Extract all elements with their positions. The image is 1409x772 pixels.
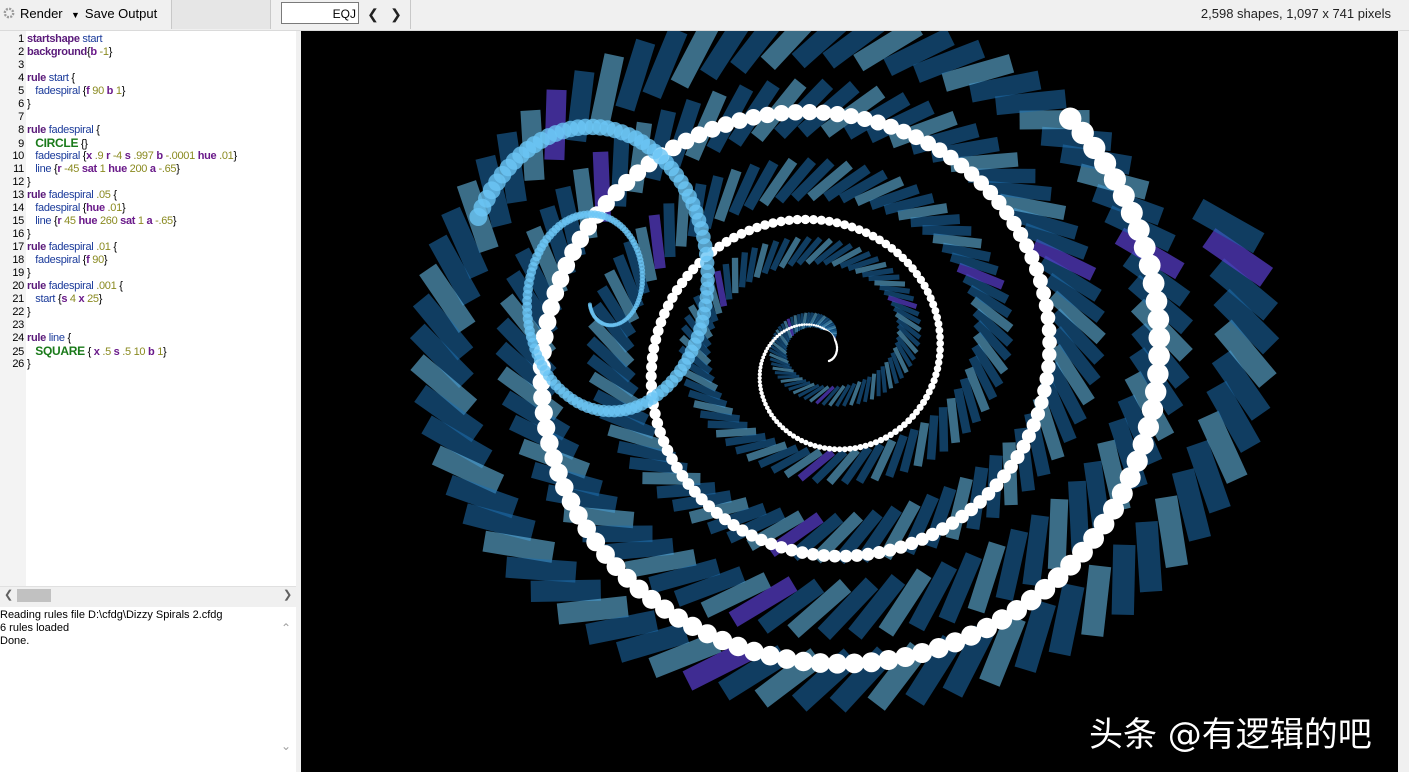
- code-line: 2 background{b -1}: [18, 46, 113, 58]
- editor-horizontal-scrollbar[interactable]: ❮ ❯: [0, 586, 296, 604]
- code-line: 15 line {r 45 hue 260 sat 1 a -.65}: [12, 215, 177, 227]
- code-line: 17 rule fadespiral .01 {: [12, 241, 117, 253]
- toolbar: Render ▼ Save Output EQJ ❮ ❯ 2,598 shapes…: [0, 0, 1409, 31]
- code-line: 12}: [12, 176, 31, 188]
- toolbar-divider: [410, 0, 411, 29]
- code-line: 13 rule fadespiral .05 {: [12, 189, 117, 201]
- scroll-left-icon[interactable]: ❮: [4, 588, 13, 601]
- code-editor[interactable]: 1 startshape start 2 background{b -1} 3 4r…: [0, 31, 296, 586]
- code-line: 9 CIRCLE {}: [18, 136, 88, 151]
- save-output-button[interactable]: ▼ Save Output: [71, 3, 157, 25]
- spiral-center: [812, 330, 834, 352]
- console-line: Done.: [0, 635, 30, 647]
- scroll-right-icon[interactable]: ❯: [283, 588, 292, 601]
- toolbar-spacer: [171, 0, 271, 29]
- scroll-up-icon[interactable]: ⌃: [281, 621, 291, 635]
- render-button[interactable]: Render: [2, 3, 63, 25]
- scroll-down-icon[interactable]: ⌄: [281, 739, 291, 753]
- code-line: 6}: [18, 98, 31, 110]
- render-status: 2,598 shapes, 1,097 x 741 pixels: [1200, 6, 1391, 21]
- output-console: Reading rules file D:\cfdg\Dizzy Spirals…: [0, 607, 296, 772]
- scrollbar-thumb[interactable]: [17, 589, 51, 602]
- code-line: 3: [18, 59, 24, 71]
- code-line: 26}: [12, 358, 31, 370]
- code-line: 1 startshape start: [18, 33, 103, 45]
- chevron-right-icon[interactable]: ❯: [386, 4, 406, 24]
- render-label: Render: [20, 6, 63, 21]
- chevron-left-icon[interactable]: ❮: [363, 4, 383, 24]
- code-line: 11 line {r -45 sat 1 hue 200 a -.65}: [13, 163, 180, 175]
- code-line: 7: [18, 111, 24, 123]
- render-canvas: 头条 @有逻辑的吧: [301, 31, 1398, 772]
- code-line: 4 rule start {: [18, 72, 75, 84]
- code-line: 22}: [12, 306, 31, 318]
- file-name-field[interactable]: EQJ: [281, 2, 359, 24]
- console-line: Reading rules file D:\cfdg\Dizzy Spirals…: [0, 609, 223, 621]
- code-line: 19}: [12, 267, 31, 279]
- gear-icon: [3, 7, 15, 19]
- dropdown-arrow-icon: ▼: [71, 10, 80, 20]
- pane-splitter[interactable]: [296, 31, 300, 772]
- watermark-text: 头条 @有逻辑的吧: [1089, 715, 1372, 755]
- code-line: 14 fadespiral {hue .01}: [12, 202, 126, 214]
- code-line: 5 fadespiral {f 90 b 1}: [18, 85, 126, 97]
- code-line: 18 fadespiral {f 90}: [12, 254, 108, 266]
- console-line: 6 rules loaded: [0, 622, 70, 634]
- code-line: 23: [12, 319, 24, 331]
- right-edge-bar: [1398, 31, 1409, 772]
- spiral-artwork: [409, 31, 1280, 713]
- code-line: 21 start {s 4 x 25}: [12, 293, 103, 305]
- code-line: 20 rule fadespiral .001 {: [12, 280, 123, 292]
- save-output-label: Save Output: [84, 6, 158, 21]
- code-line: 10 fadespiral {x .9 r -4 s .997 b -.0001…: [12, 150, 237, 162]
- code-line: 16}: [12, 228, 31, 240]
- code-line: 25 SQUARE { x .5 s .5 10 b 1}: [12, 344, 167, 359]
